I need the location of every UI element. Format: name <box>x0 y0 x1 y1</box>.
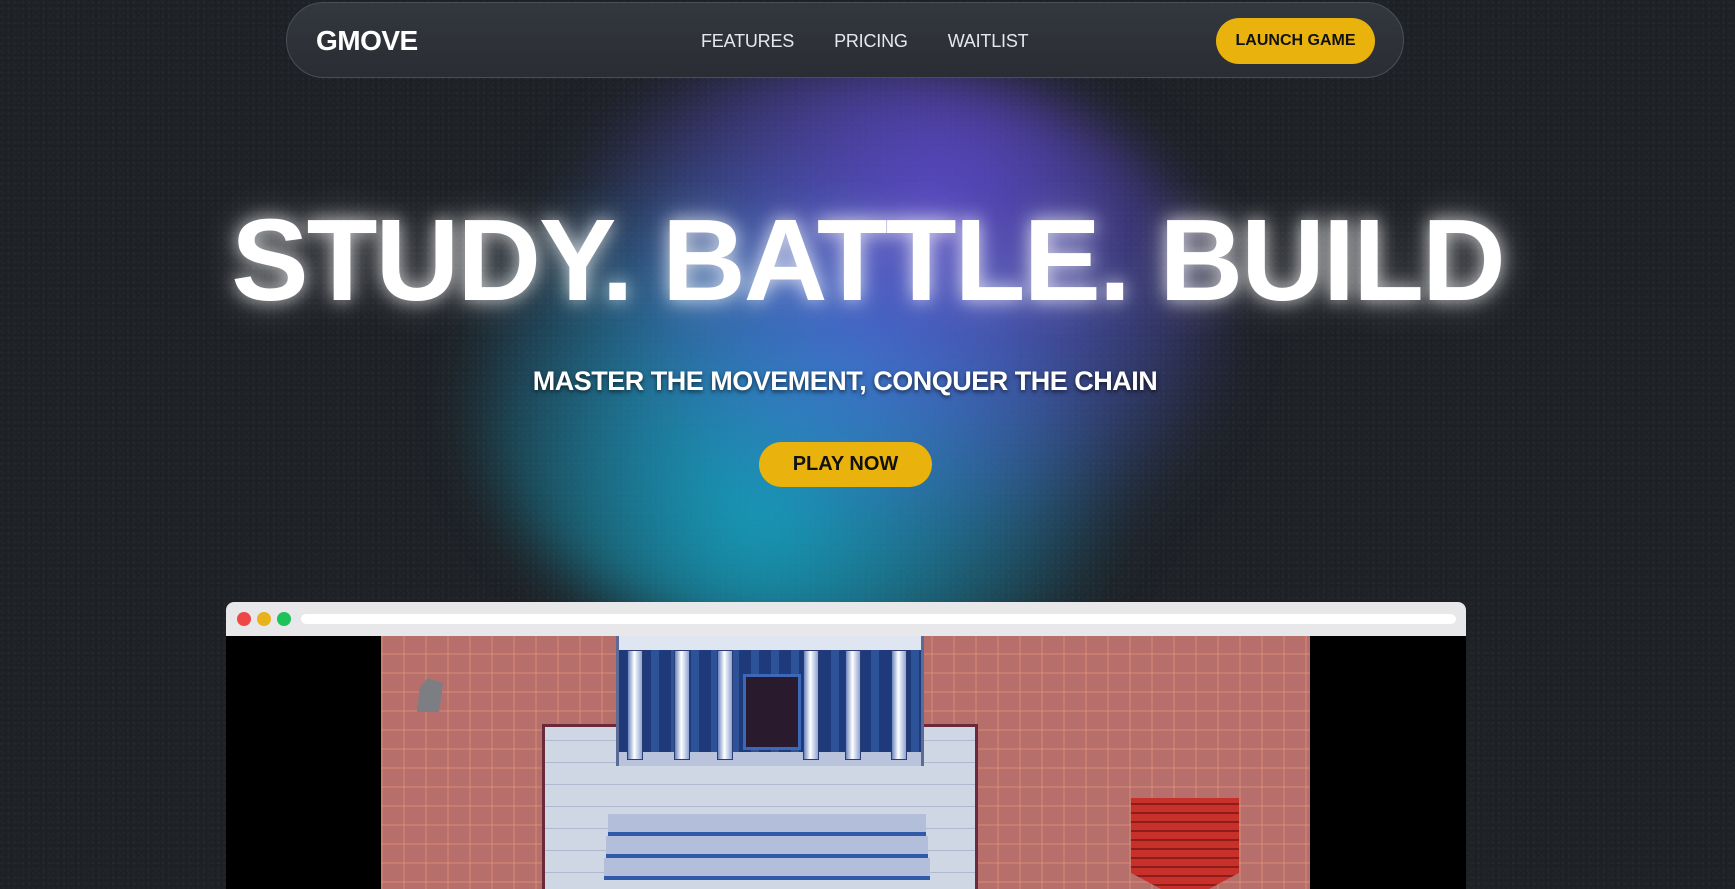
close-dot-icon <box>237 612 251 626</box>
nav-links: FEATURES PRICING WAITLIST <box>701 31 1029 52</box>
temple-column <box>717 650 733 760</box>
launch-game-button[interactable]: LAUNCH GAME <box>1216 18 1375 64</box>
temple-building <box>616 636 924 766</box>
temple-column <box>627 650 643 760</box>
hero-title: STUDY. BATTLE. BUILD <box>231 195 1505 325</box>
stair-step <box>604 858 930 880</box>
house-roof <box>1131 798 1239 889</box>
hero-glow <box>470 60 1230 650</box>
browser-toolbar <box>226 602 1466 636</box>
navbar: GMOVE FEATURES PRICING WAITLIST LAUNCH G… <box>286 2 1404 78</box>
temple-column <box>845 650 861 760</box>
game-screenshot <box>381 636 1310 889</box>
temple-stairs <box>604 814 930 884</box>
maximize-dot-icon <box>277 612 291 626</box>
logo[interactable]: GMOVE <box>316 25 418 57</box>
nav-link-features[interactable]: FEATURES <box>701 31 794 52</box>
temple-frieze <box>619 636 921 650</box>
page: GMOVE FEATURES PRICING WAITLIST LAUNCH G… <box>0 0 1735 889</box>
nav-link-pricing[interactable]: PRICING <box>834 31 908 52</box>
temple-column <box>674 650 690 760</box>
rock-sprite <box>417 678 443 712</box>
nav-link-waitlist[interactable]: WAITLIST <box>948 31 1029 52</box>
temple-column <box>803 650 819 760</box>
play-now-button[interactable]: PLAY NOW <box>759 442 932 487</box>
stair-step <box>606 836 928 858</box>
stair-step <box>608 814 926 836</box>
temple-door <box>743 674 801 750</box>
browser-preview-window <box>226 602 1466 889</box>
address-bar <box>301 614 1456 624</box>
hero-subtitle: MASTER THE MOVEMENT, CONQUER THE CHAIN <box>532 366 1158 396</box>
minimize-dot-icon <box>257 612 271 626</box>
temple-column <box>891 650 907 760</box>
